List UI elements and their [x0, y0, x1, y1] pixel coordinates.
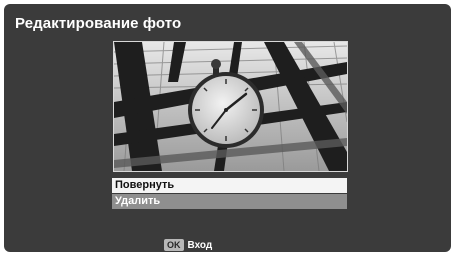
ok-key-icon: OK	[164, 239, 184, 251]
photo-preview	[113, 41, 348, 172]
action-menu: Повернуть Удалить	[112, 178, 347, 210]
photo-edit-screen: Редактирование фото Повернуть Удалить OK…	[4, 4, 451, 252]
photo-image	[114, 42, 347, 171]
footer-hint: OK Вход	[164, 239, 212, 251]
menu-item-delete[interactable]: Удалить	[112, 194, 347, 209]
menu-item-rotate[interactable]: Повернуть	[112, 178, 347, 193]
ok-hint-label: Вход	[187, 239, 213, 251]
page-title: Редактирование фото	[15, 15, 182, 32]
